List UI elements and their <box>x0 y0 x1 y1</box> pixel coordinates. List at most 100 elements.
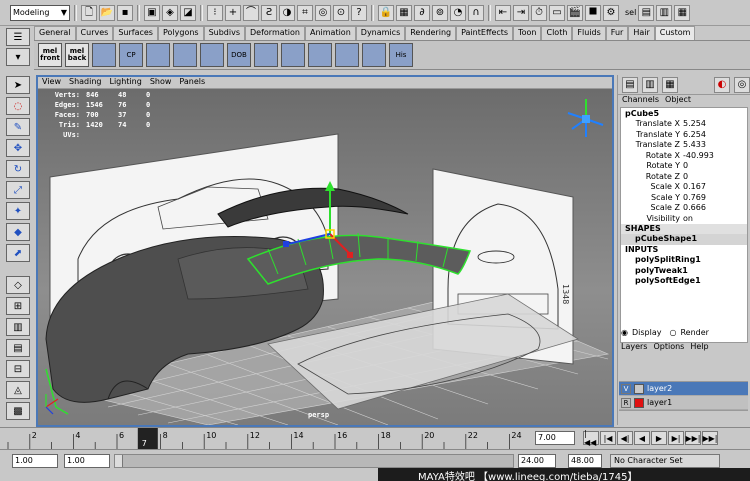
scale-tool-icon[interactable]: ⤢ <box>6 181 30 199</box>
viewport-menu-view[interactable]: View <box>42 77 61 88</box>
attribute-layout-icon[interactable]: ▥ <box>642 76 658 93</box>
save-scene-icon[interactable]: ▪ <box>117 4 133 21</box>
show-hide-tool-settings-icon[interactable]: ▥ <box>656 4 673 21</box>
side-by-side-layout-icon[interactable]: ▥ <box>6 318 30 336</box>
layer-row[interactable]: Rlayer1 <box>619 396 748 410</box>
input-node[interactable]: polyTweak1 <box>621 266 747 277</box>
single-view-layout-icon[interactable]: ◇ <box>6 276 30 294</box>
attribute-row[interactable]: Translate X 5.254 <box>621 119 747 130</box>
four-view-layout-icon[interactable]: ⊞ <box>6 297 30 315</box>
attribute-row[interactable]: Rotate Y0 <box>621 161 747 172</box>
open-scene-icon[interactable]: 📂 <box>99 4 115 21</box>
character-set-menu[interactable]: No Character Set <box>610 454 720 468</box>
step-forward-key-icon[interactable]: ▶| <box>668 431 684 445</box>
shelf-button[interactable]: mel front <box>38 43 62 67</box>
shelf-button[interactable] <box>92 43 116 67</box>
viewport-menu-show[interactable]: Show <box>150 77 172 88</box>
attribute-value[interactable]: 0.666 <box>683 203 747 213</box>
shelf-tab-animation[interactable]: Animation <box>304 26 356 40</box>
layer-color-swatch[interactable] <box>634 383 644 394</box>
move-tool-icon[interactable]: ✥ <box>6 139 30 157</box>
channel-box-menu-channels[interactable]: Channels <box>622 95 659 107</box>
select-by-type-icon[interactable]: ⁝ <box>207 4 223 21</box>
current-time-field[interactable]: 7.00 <box>535 431 575 445</box>
channel-options-icon[interactable]: ◎ <box>734 76 750 93</box>
snap-point-icon[interactable]: ⊚ <box>432 4 448 21</box>
shelf-tab-cloth[interactable]: Cloth <box>541 26 573 40</box>
perspective-viewport[interactable]: 1348 Verts: 846 48 0 Edges: 1546 76 0 Fa… <box>38 89 612 425</box>
layer-menu-help[interactable]: Help <box>690 342 708 351</box>
show-hide-channel-box-icon[interactable]: ▦ <box>674 4 691 21</box>
shelf-button[interactable] <box>308 43 332 67</box>
layer-row[interactable]: Vlayer2 <box>619 382 748 396</box>
shelf-tab-general[interactable]: General <box>34 26 76 40</box>
shelf-tab-fluids[interactable]: Fluids <box>572 26 606 40</box>
attribute-row[interactable]: Visibility on <box>621 213 747 224</box>
select-tool-icon[interactable]: ➤ <box>6 76 30 94</box>
layer-visibility-toggle[interactable]: V <box>621 383 631 394</box>
history-icon[interactable]: ⏱ <box>531 4 547 21</box>
play-backwards-icon[interactable]: ◀ <box>634 431 650 445</box>
channel-box-menu-object[interactable]: Object <box>665 95 691 107</box>
input-node[interactable]: polySplitRing1 <box>621 255 747 266</box>
shelf-button[interactable]: CP <box>119 43 143 67</box>
attribute-row[interactable]: Translate Y 6.254 <box>621 129 747 140</box>
deformation-icon[interactable]: ⌗ <box>297 4 313 21</box>
current-frame-marker[interactable] <box>137 428 158 450</box>
last-tool-icon[interactable]: ⬈ <box>6 244 30 262</box>
lasso-tool-icon[interactable]: ◌ <box>6 97 30 115</box>
manipulator-tool-icon[interactable]: ✦ <box>6 202 30 220</box>
attribute-row[interactable]: Rotate X -40.993 <box>621 150 747 161</box>
view-cube-axis[interactable] <box>567 99 604 137</box>
range-start-field[interactable]: 1.00 <box>64 454 110 468</box>
playback-end-field[interactable]: 48.00 <box>568 454 602 468</box>
go-to-start-icon[interactable]: |◀◀ <box>583 429 599 447</box>
new-scene-icon[interactable]: 🗋 <box>81 4 97 21</box>
viewport-menu-shading[interactable]: Shading <box>69 77 102 88</box>
attribute-value[interactable]: 6.254 <box>683 129 747 139</box>
shelf-tab-curves[interactable]: Curves <box>75 26 114 40</box>
shelf-tab-menu-icon[interactable]: ☰ <box>6 28 30 46</box>
display-radio-icon[interactable]: ◉ <box>621 328 628 337</box>
soft-mod-tool-icon[interactable]: ◆ <box>6 223 30 241</box>
channel-box-layout-icon[interactable]: ▤ <box>622 76 638 93</box>
shelf-button[interactable] <box>362 43 386 67</box>
paint-select-tool-icon[interactable]: ✎ <box>6 118 30 136</box>
attribute-value[interactable]: 0 <box>683 171 747 181</box>
range-slider-left-handle[interactable] <box>115 455 123 467</box>
rendering-icon[interactable]: ⊙ <box>333 4 349 21</box>
shelf-tab-deformation[interactable]: Deformation <box>245 26 305 40</box>
render-view-icon[interactable]: ▭ <box>549 4 565 21</box>
attribute-row[interactable]: Scale X 0.167 <box>621 182 747 193</box>
mode-menu-select[interactable]: Modeling ▼ <box>10 4 70 21</box>
layer-visibility-toggle[interactable]: R <box>621 397 631 408</box>
step-back-frame-icon[interactable]: |◀ <box>600 431 616 445</box>
layer-menu-options[interactable]: Options <box>653 342 684 351</box>
shelf-tab-painteffects[interactable]: PaintEffects <box>456 26 514 40</box>
attribute-row[interactable]: Scale Y 0.769 <box>621 192 747 203</box>
shelf-tab-dynamics[interactable]: Dynamics <box>355 26 406 40</box>
shelf-button[interactable]: DOB <box>227 43 251 67</box>
shape-node[interactable]: pCubeShape1 <box>621 234 747 245</box>
lock-icon[interactable]: 🔒 <box>378 4 394 21</box>
play-forwards-icon[interactable]: ▶ <box>651 431 667 445</box>
shelf-tab-hair[interactable]: Hair <box>628 26 655 40</box>
select-object-icon[interactable]: ◈ <box>162 4 178 21</box>
shelf-tab-surfaces[interactable]: Surfaces <box>113 26 158 40</box>
shelf-tab-polygons[interactable]: Polygons <box>157 26 204 40</box>
select-hierarchy-icon[interactable]: ▣ <box>144 4 160 21</box>
render-radio-icon[interactable]: ○ <box>669 328 676 337</box>
shelf-button[interactable] <box>173 43 197 67</box>
output-arrow-icon[interactable]: ⇥ <box>513 4 529 21</box>
input-node[interactable]: polySoftEdge1 <box>621 276 747 287</box>
time-slider[interactable]: 2 4 6 8 10 12 14 16 18 20 22 24 7 7.00 |◀◀ |◀ ◀| ◀ ▶… <box>0 427 750 450</box>
attribute-row[interactable]: Scale Z 0.666 <box>621 203 747 214</box>
shelf-button[interactable] <box>146 43 170 67</box>
surface-icon[interactable]: ◑ <box>279 4 295 21</box>
layer-name[interactable]: layer1 <box>647 398 672 407</box>
attribute-value[interactable]: 5.433 <box>683 140 747 150</box>
render-icon[interactable]: 🎬 <box>567 4 583 21</box>
shelf-button[interactable] <box>281 43 305 67</box>
playback-start-field[interactable]: 1.00 <box>12 454 58 468</box>
attribute-value[interactable]: on <box>683 213 747 223</box>
